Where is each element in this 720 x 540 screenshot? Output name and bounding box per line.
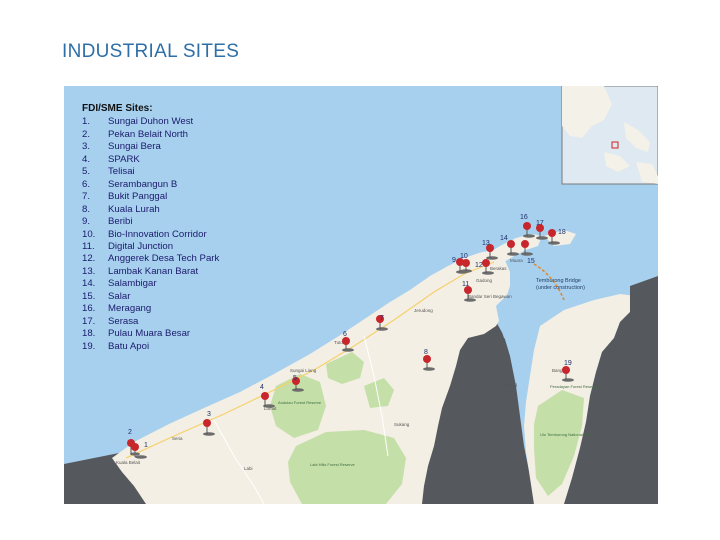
legend-item: 3. Sungai Bera: [82, 141, 161, 153]
svg-text:16: 16: [520, 214, 528, 221]
svg-text:13: 13: [482, 240, 490, 247]
svg-text:10: 10: [460, 253, 468, 260]
legend-item: 9. Beribi: [82, 216, 133, 228]
svg-text:17: 17: [536, 220, 544, 227]
legend-item: 15. Salar: [82, 290, 131, 302]
place-muara: Muara: [510, 258, 523, 263]
place-berakas: Berakas: [490, 266, 507, 271]
page-title: INDUSTRIAL SITES: [62, 41, 240, 62]
legend-item: 8. Kuala Lurah: [82, 203, 160, 215]
svg-text:6: 6: [343, 331, 347, 338]
legend-item: 5. Telisai: [82, 166, 135, 178]
legend-title: FDI/SME Sites:: [82, 103, 153, 114]
svg-text:11: 11: [462, 281, 469, 288]
legend-item: 18. Pulau Muara Besar: [82, 328, 191, 340]
legend-item: 12. Anggerek Desa Tech Park: [82, 253, 220, 265]
place-labi: Labi: [244, 466, 253, 471]
legend-item: 7. Bukit Panggal: [82, 191, 168, 203]
legend-item: 2. Pekan Belait North: [82, 128, 188, 140]
svg-text:5: 5: [293, 375, 297, 382]
svg-text:9: 9: [452, 257, 456, 264]
legend-item: 17. Serasa: [82, 315, 139, 327]
svg-text:15: 15: [527, 258, 535, 265]
legend-item: 16. Meragang: [82, 303, 152, 315]
legend-item: 10. Bio-Innovation Corridor: [82, 228, 207, 240]
svg-text:8: 8: [424, 349, 428, 356]
svg-text:14: 14: [500, 235, 508, 242]
svg-text:3: 3: [207, 411, 211, 418]
park-ulu-temburong: Ulu Temburong National Park: [540, 432, 592, 437]
svg-text:4: 4: [260, 384, 264, 391]
legend-item: 6. Serambangun B: [82, 178, 178, 190]
park-peradayan: Peradayan Forest Reserve: [550, 384, 599, 389]
legend-item: 11. Digital Junction: [82, 240, 174, 252]
svg-text:19: 19: [564, 360, 572, 367]
legend-item: 19. Batu Apoi: [82, 340, 150, 352]
svg-text:7: 7: [380, 315, 384, 322]
place-jerudong: Jerudong: [414, 308, 433, 313]
place-sungai-liang: Sungai Liang: [290, 368, 317, 373]
legend-item: 1. Sungai Duhon West: [82, 116, 194, 128]
bridge-annotation-line1: Temburong Bridge: [536, 278, 581, 284]
svg-text:12: 12: [475, 262, 483, 269]
legend-item: 13. Lambak Kanan Barat: [82, 265, 199, 277]
place-sukang: Sukang: [394, 422, 410, 427]
svg-text:18: 18: [558, 229, 566, 236]
place-gadong: Gadong: [476, 278, 493, 283]
legend-item: 4. SPARK: [82, 153, 140, 165]
svg-text:2: 2: [128, 429, 132, 436]
sites-legend: FDI/SME Sites: 1. Sungai Duhon West 2. Pek…: [82, 103, 219, 353]
park-labi-forest: Labi Hills Forest Reserve: [310, 462, 355, 467]
bridge-annotation-line2: (under construction): [536, 285, 585, 291]
place-seria: Seria: [172, 436, 183, 441]
place-kuala-belait: Kuala Belait: [116, 460, 141, 465]
park-andulau: Andulau Forest Reserve: [278, 400, 322, 405]
svg-text:1: 1: [144, 442, 148, 449]
legend-item: 14. Salambigar: [82, 278, 157, 290]
locator-inset: [561, 86, 658, 185]
place-limbang: Limbang: [500, 382, 518, 387]
place-bandar: Bandar Seri Begawan: [468, 294, 512, 299]
